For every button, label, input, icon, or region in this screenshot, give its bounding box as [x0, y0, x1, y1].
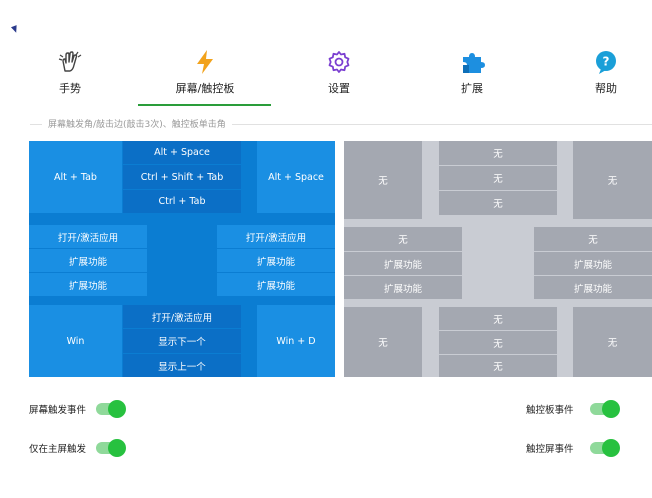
screen-top-edge-action-2[interactable]: Ctrl + Shift + Tab — [123, 165, 241, 189]
toggle-knob — [601, 400, 620, 418]
touchpad-trigger-grid: 无 无 无 无 无 无 扩展功能 扩展功能 无 扩展功能 扩展功能 无 无 无 … — [344, 141, 652, 377]
touchpad-left-edge-action-3[interactable]: 扩展功能 — [344, 276, 462, 299]
section-caption: 屏幕触发角/敲击边(敲击3次)、触控板单击角 — [42, 117, 232, 130]
screen-trigger-events-label: 屏幕触发事件 — [29, 405, 87, 416]
tab-gestures[interactable]: 手势 — [25, 48, 115, 106]
help-bubble-icon: ? — [561, 48, 651, 76]
touchscreen-events-row: 触控屏事件 — [526, 439, 620, 457]
touchpad-top-right-corner[interactable]: 无 — [573, 141, 652, 219]
touchscreen-events-toggle[interactable] — [589, 439, 620, 457]
tab-help[interactable]: ? 帮助 — [561, 48, 651, 106]
tab-extensions-label: 扩展 — [461, 82, 483, 95]
touchpad-events-row: 触控板事件 — [526, 400, 620, 418]
window-corner-marker — [10, 25, 20, 34]
touchpad-events-label: 触控板事件 — [526, 405, 574, 416]
screen-trigger-events-row: 屏幕触发事件 — [29, 400, 127, 418]
touchpad-bottom-right-corner[interactable]: 无 — [573, 307, 652, 377]
main-screen-only-row: 仅在主屏触发 — [29, 439, 127, 457]
touchpad-bottom-edge-action-1[interactable]: 无 — [439, 307, 557, 330]
touchpad-right-edge-action-3[interactable]: 扩展功能 — [534, 276, 652, 299]
screen-trigger-grid: Alt + Tab Alt + Space Ctrl + Shift + Tab… — [29, 141, 335, 377]
touchscreen-events-label: 触控屏事件 — [526, 444, 574, 455]
toggle-knob — [108, 439, 127, 457]
svg-text:?: ? — [603, 55, 610, 69]
toggle-knob — [108, 400, 127, 418]
screen-bottom-edge-action-2[interactable]: 显示下一个 — [123, 329, 241, 353]
screen-top-edge-action-3[interactable]: Ctrl + Tab — [123, 190, 241, 213]
gear-icon — [294, 48, 384, 76]
hand-gesture-icon — [25, 48, 115, 76]
touchpad-right-edge-action-1[interactable]: 无 — [534, 227, 652, 251]
tab-settings-label: 设置 — [328, 82, 350, 95]
touchpad-top-edge-action-1[interactable]: 无 — [439, 141, 557, 165]
screen-right-edge-action-1[interactable]: 打开/激活应用 — [217, 225, 335, 248]
main-screen-only-label: 仅在主屏触发 — [29, 444, 87, 455]
tab-help-label: 帮助 — [595, 82, 617, 95]
screen-left-edge-action-3[interactable]: 扩展功能 — [29, 273, 147, 296]
tab-screen-touchpad-label: 屏幕/触控板 — [175, 82, 235, 95]
screen-bottom-left-corner[interactable]: Win — [29, 305, 122, 377]
tab-gestures-label: 手势 — [59, 82, 81, 95]
tab-bar: 手势 屏幕/触控板 设置 扩展 ? 帮助 — [0, 48, 652, 108]
screen-top-left-corner[interactable]: Alt + Tab — [29, 141, 122, 213]
tab-screen-touchpad[interactable]: 屏幕/触控板 — [160, 48, 250, 106]
main-screen-only-toggle[interactable] — [96, 439, 127, 457]
touchpad-events-toggle[interactable] — [589, 400, 620, 418]
touchpad-bottom-edge-action-3[interactable]: 无 — [439, 355, 557, 377]
screen-top-edge-action-1[interactable]: Alt + Space — [123, 141, 241, 164]
touchpad-bottom-left-corner[interactable]: 无 — [344, 307, 422, 377]
screen-right-edge-action-2[interactable]: 扩展功能 — [217, 249, 335, 272]
touchpad-right-edge-action-2[interactable]: 扩展功能 — [534, 252, 652, 275]
tab-extensions[interactable]: 扩展 — [427, 48, 517, 106]
screen-bottom-edge-action-1[interactable]: 打开/激活应用 — [123, 305, 241, 328]
screen-top-right-corner[interactable]: Alt + Space — [257, 141, 335, 213]
touchpad-top-edge-action-2[interactable]: 无 — [439, 166, 557, 190]
screen-left-edge-action-2[interactable]: 扩展功能 — [29, 249, 147, 272]
toggle-knob — [601, 439, 620, 457]
screen-left-edge-action-1[interactable]: 打开/激活应用 — [29, 225, 147, 248]
touchpad-bottom-edge-action-2[interactable]: 无 — [439, 331, 557, 354]
lightning-icon — [160, 48, 250, 76]
tab-settings[interactable]: 设置 — [294, 48, 384, 106]
touchpad-left-edge-action-2[interactable]: 扩展功能 — [344, 252, 462, 275]
touchpad-left-edge-action-1[interactable]: 无 — [344, 227, 462, 251]
screen-trigger-events-toggle[interactable] — [96, 400, 127, 418]
touchpad-top-left-corner[interactable]: 无 — [344, 141, 422, 219]
touchpad-top-edge-action-3[interactable]: 无 — [439, 191, 557, 215]
screen-right-edge-action-3[interactable]: 扩展功能 — [217, 273, 335, 296]
puzzle-icon — [427, 48, 517, 76]
screen-bottom-edge-action-3[interactable]: 显示上一个 — [123, 354, 241, 377]
selected-tab-indicator — [138, 104, 271, 106]
screen-bottom-right-corner[interactable]: Win + D — [257, 305, 335, 377]
